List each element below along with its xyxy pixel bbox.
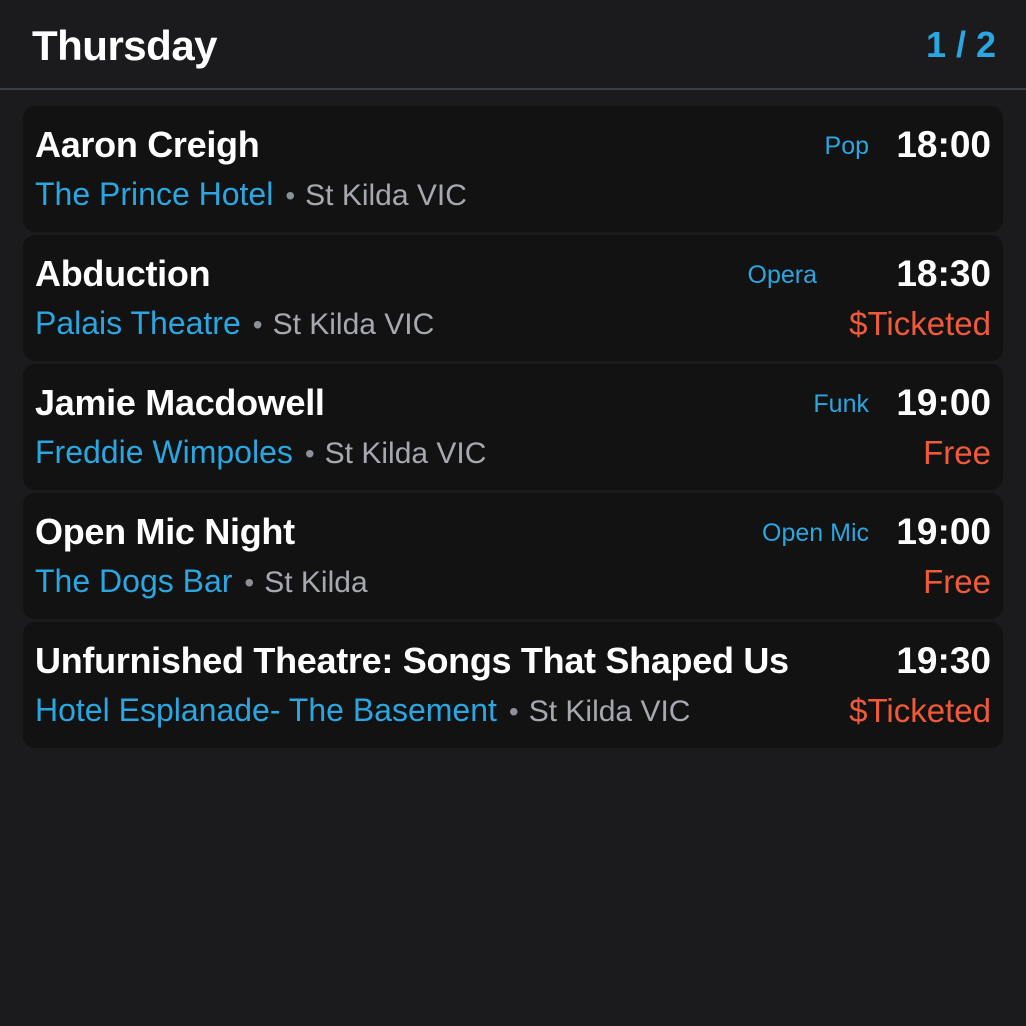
event-genre: Pop [824, 132, 869, 160]
event-card[interactable]: Open Mic Night Open Mic 19:00 The Dogs B… [23, 493, 1003, 619]
event-title: Unfurnished Theatre: Songs That Shaped U… [35, 640, 789, 681]
event-card[interactable]: Aaron Creigh Pop 18:00 The Prince Hotel •… [23, 106, 1003, 232]
event-card[interactable]: Unfurnished Theatre: Songs That Shaped U… [23, 622, 1003, 748]
event-time: 18:30 [896, 253, 991, 294]
venue-line: Freddie Wimpoles • St Kilda VIC [35, 434, 486, 471]
event-genre: Opera [747, 261, 817, 289]
venue-line: Palais Theatre • St Kilda VIC [35, 305, 434, 342]
event-locality: St Kilda VIC [528, 695, 691, 728]
venue-line: Hotel Esplanade- The Basement • St Kilda V… [35, 692, 690, 729]
event-list: Aaron Creigh Pop 18:00 The Prince Hotel •… [23, 106, 1003, 751]
event-locality: St Kilda VIC [305, 179, 467, 212]
event-locality: St Kilda [264, 566, 368, 599]
event-genre: Funk [813, 390, 869, 418]
venue-line: The Prince Hotel • St Kilda VIC [35, 176, 467, 213]
separator-dot: • [285, 180, 296, 211]
event-price: $Ticketed [849, 305, 991, 342]
event-title: Jamie Macdowell [35, 382, 325, 423]
separator-dot: • [304, 438, 315, 469]
event-time: 19:00 [896, 382, 991, 423]
venue-link[interactable]: The Dogs Bar [35, 563, 232, 599]
event-title: Aaron Creigh [35, 124, 260, 165]
event-card[interactable]: Jamie Macdowell Funk 19:00 Freddie Wimpo… [23, 364, 1003, 490]
event-genre: Open Mic [762, 519, 869, 547]
event-time: 19:30 [896, 640, 991, 681]
day-title: Thursday [32, 22, 218, 69]
event-card[interactable]: Abduction Opera 18:30 Palais Theatre • St … [23, 235, 1003, 361]
event-locality: St Kilda VIC [324, 437, 487, 470]
event-title: Abduction [35, 253, 211, 294]
separator-dot: • [244, 567, 255, 598]
venue-link[interactable]: The Prince Hotel [35, 176, 273, 212]
event-time: 18:00 [896, 124, 991, 165]
event-time: 19:00 [896, 511, 991, 552]
venue-link[interactable]: Hotel Esplanade- The Basement [35, 692, 497, 728]
page-indicator[interactable]: 1 / 2 [926, 24, 996, 66]
venue-link[interactable]: Freddie Wimpoles [35, 434, 293, 470]
event-price: $Ticketed [849, 692, 991, 729]
venue-link[interactable]: Palais Theatre [35, 305, 241, 341]
separator-dot: • [252, 309, 263, 340]
event-price: Free [923, 434, 991, 471]
separator-dot: • [508, 696, 519, 727]
event-price: Free [923, 563, 991, 600]
event-locality: St Kilda VIC [272, 308, 435, 341]
venue-line: The Dogs Bar • St Kilda [35, 563, 368, 600]
header: Thursday 1 / 2 [0, 0, 1026, 90]
event-title: Open Mic Night [35, 511, 295, 552]
